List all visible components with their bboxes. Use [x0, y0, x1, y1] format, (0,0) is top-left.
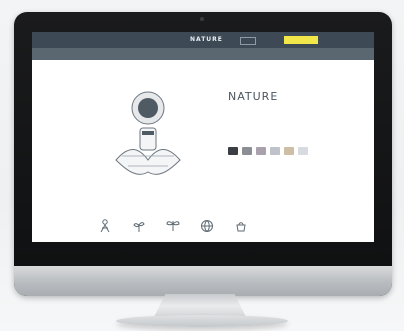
- dragonfly-icon: [166, 221, 180, 231]
- main-nav: [32, 48, 374, 60]
- search-box[interactable]: [240, 37, 256, 45]
- site-header: NATURE: [32, 32, 374, 48]
- webcam: [200, 17, 204, 21]
- screen: NATURE NATURE: [32, 32, 374, 242]
- related-icons: [96, 218, 250, 236]
- site-logo[interactable]: NATURE: [190, 36, 223, 43]
- swatch-4[interactable]: [270, 147, 280, 155]
- person-icon: [100, 219, 110, 233]
- monitor-base: [116, 315, 288, 327]
- swatch-2[interactable]: [242, 147, 252, 155]
- monitor: NATURE NATURE: [14, 12, 392, 296]
- related-item[interactable]: [96, 218, 114, 236]
- swatch-6[interactable]: [298, 147, 308, 155]
- product-title: NATURE: [228, 90, 279, 103]
- monitor-chin: [14, 266, 392, 296]
- pot-icon: [236, 222, 246, 232]
- related-item[interactable]: [164, 218, 182, 236]
- product-illustration: [115, 91, 181, 175]
- swatch-5[interactable]: [284, 147, 294, 155]
- related-item[interactable]: [130, 218, 148, 236]
- related-item[interactable]: [232, 218, 250, 236]
- cta-button[interactable]: [284, 36, 318, 44]
- sprout-icon: [133, 222, 145, 232]
- color-swatches: [228, 147, 308, 155]
- swatch-3[interactable]: [256, 147, 266, 155]
- swatch-1[interactable]: [228, 147, 238, 155]
- globe-icon: [201, 220, 213, 232]
- related-item[interactable]: [198, 218, 216, 236]
